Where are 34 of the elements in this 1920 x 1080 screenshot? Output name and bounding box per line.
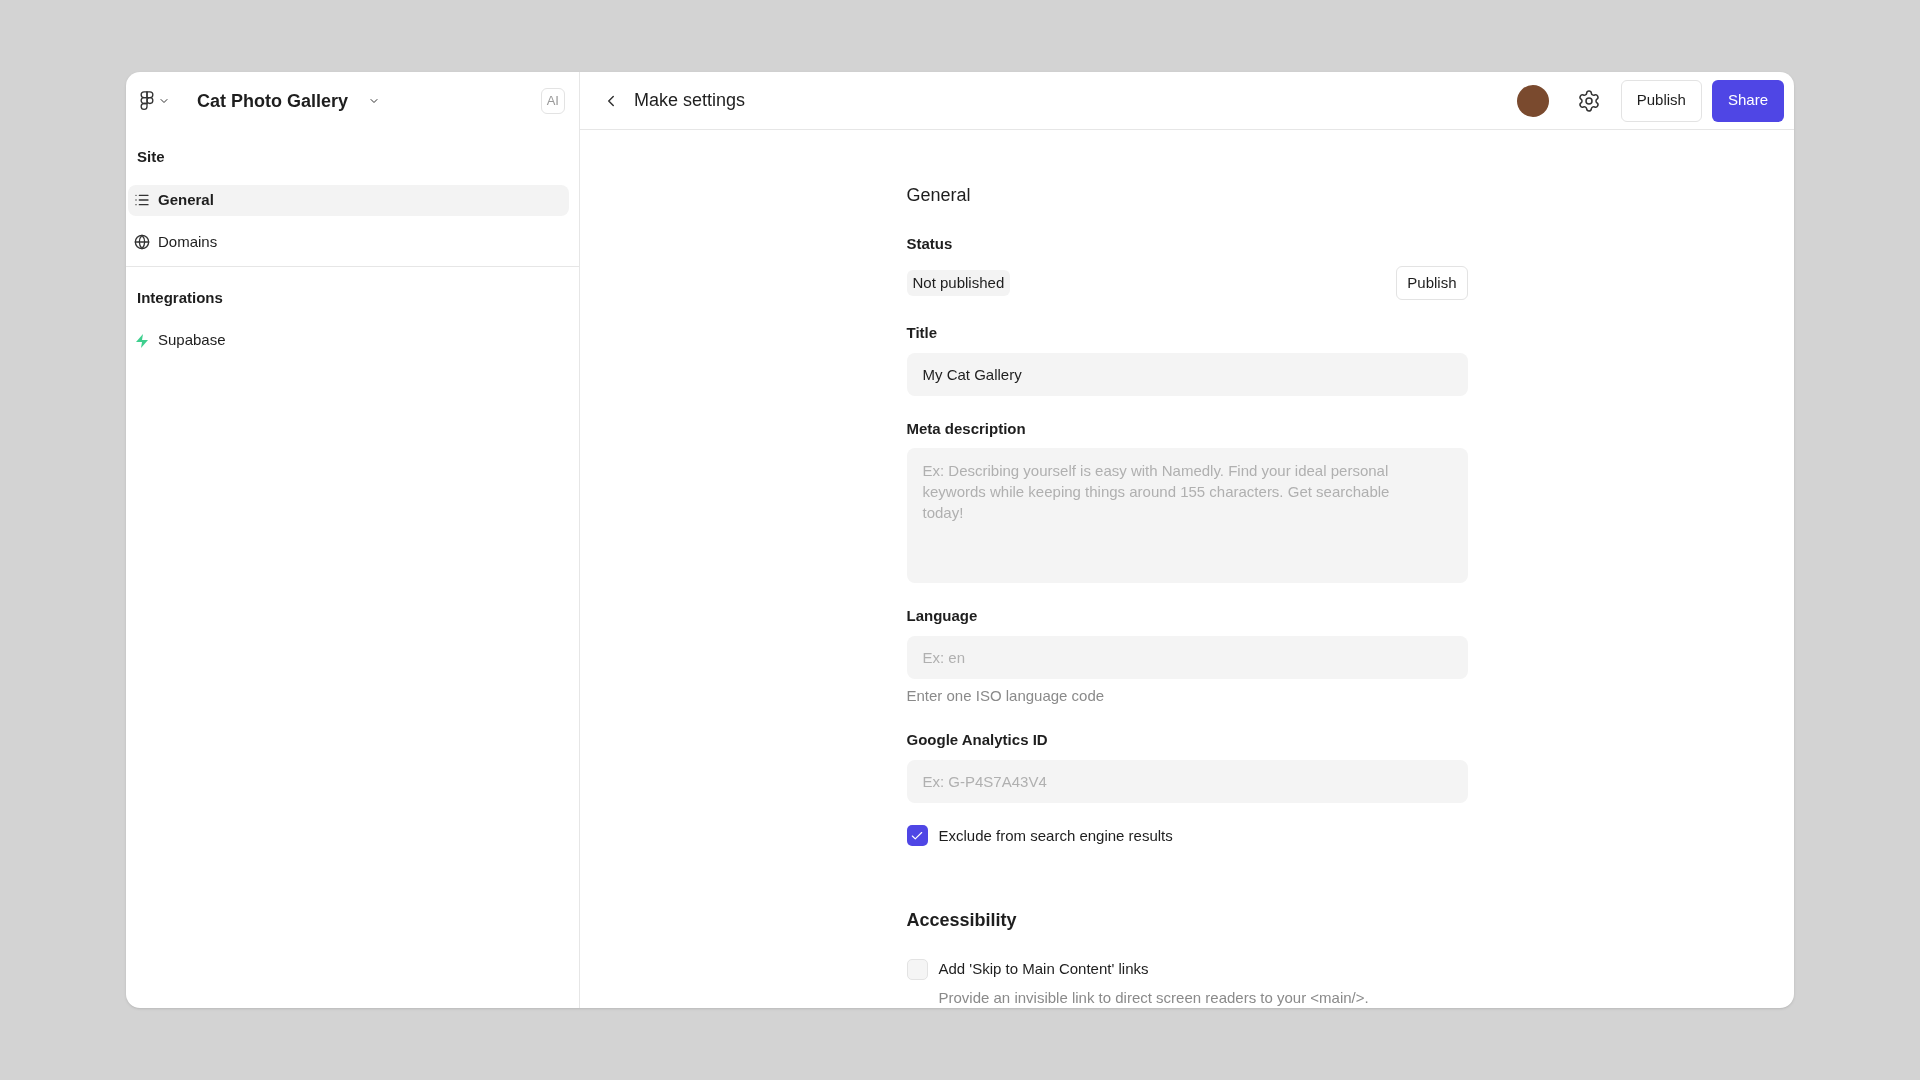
section-heading: Accessibility bbox=[906, 909, 1018, 932]
share-button[interactable]: Share bbox=[1711, 79, 1784, 122]
sidebar-item[interactable]: Supabase bbox=[128, 325, 569, 356]
checkbox-hint: Provide an invisible link to direct screen readers to your <main/>. bbox=[937, 987, 1370, 1008]
page-title: Make settings bbox=[634, 89, 746, 112]
input-field[interactable]: Ex: en bbox=[906, 635, 1468, 679]
field-label: Language bbox=[906, 606, 979, 626]
checkbox-label: Exclude from search engine results bbox=[938, 825, 1173, 846]
checkbox[interactable] bbox=[906, 825, 928, 847]
sidebar-item[interactable]: Domains bbox=[128, 226, 569, 258]
field-label: Meta description bbox=[906, 418, 1027, 439]
logo-icon bbox=[140, 91, 154, 111]
field-label: Title bbox=[906, 323, 939, 343]
project-title[interactable]: Cat Photo Gallery bbox=[197, 87, 349, 115]
checkbox-label: Add 'Skip to Main Content' links bbox=[938, 959, 1149, 979]
section-title: Integrations bbox=[136, 287, 224, 308]
input-field[interactable]: My Cat Gallery bbox=[906, 352, 1468, 396]
list-icon bbox=[134, 192, 150, 208]
checkbox[interactable] bbox=[906, 958, 928, 980]
publish-button[interactable]: Publish bbox=[1620, 79, 1702, 122]
settings-icon[interactable] bbox=[1576, 88, 1601, 113]
section-title: Site bbox=[136, 147, 166, 167]
textarea-field[interactable]: Ex: Describing yourself is easy with Namedly. Find your ideal personal keywords while keeping things around 155 characters. Get searchable today! bbox=[906, 448, 1468, 583]
input-field[interactable]: Ex: G-P4S7A43V4 bbox=[906, 759, 1468, 803]
publish-button[interactable]: Publish bbox=[1396, 265, 1468, 300]
field-hint: Enter one ISO language code bbox=[906, 685, 1106, 706]
field-label: Status bbox=[906, 234, 954, 254]
avatar[interactable] bbox=[1516, 84, 1549, 117]
sidebar-item[interactable]: General bbox=[128, 184, 569, 216]
field-label: Google Analytics ID bbox=[906, 730, 1049, 750]
globe-icon bbox=[134, 234, 150, 250]
section-heading: General bbox=[906, 184, 972, 207]
status-badge: Not published bbox=[906, 269, 1011, 296]
lightning-bolt-icon bbox=[134, 332, 150, 349]
